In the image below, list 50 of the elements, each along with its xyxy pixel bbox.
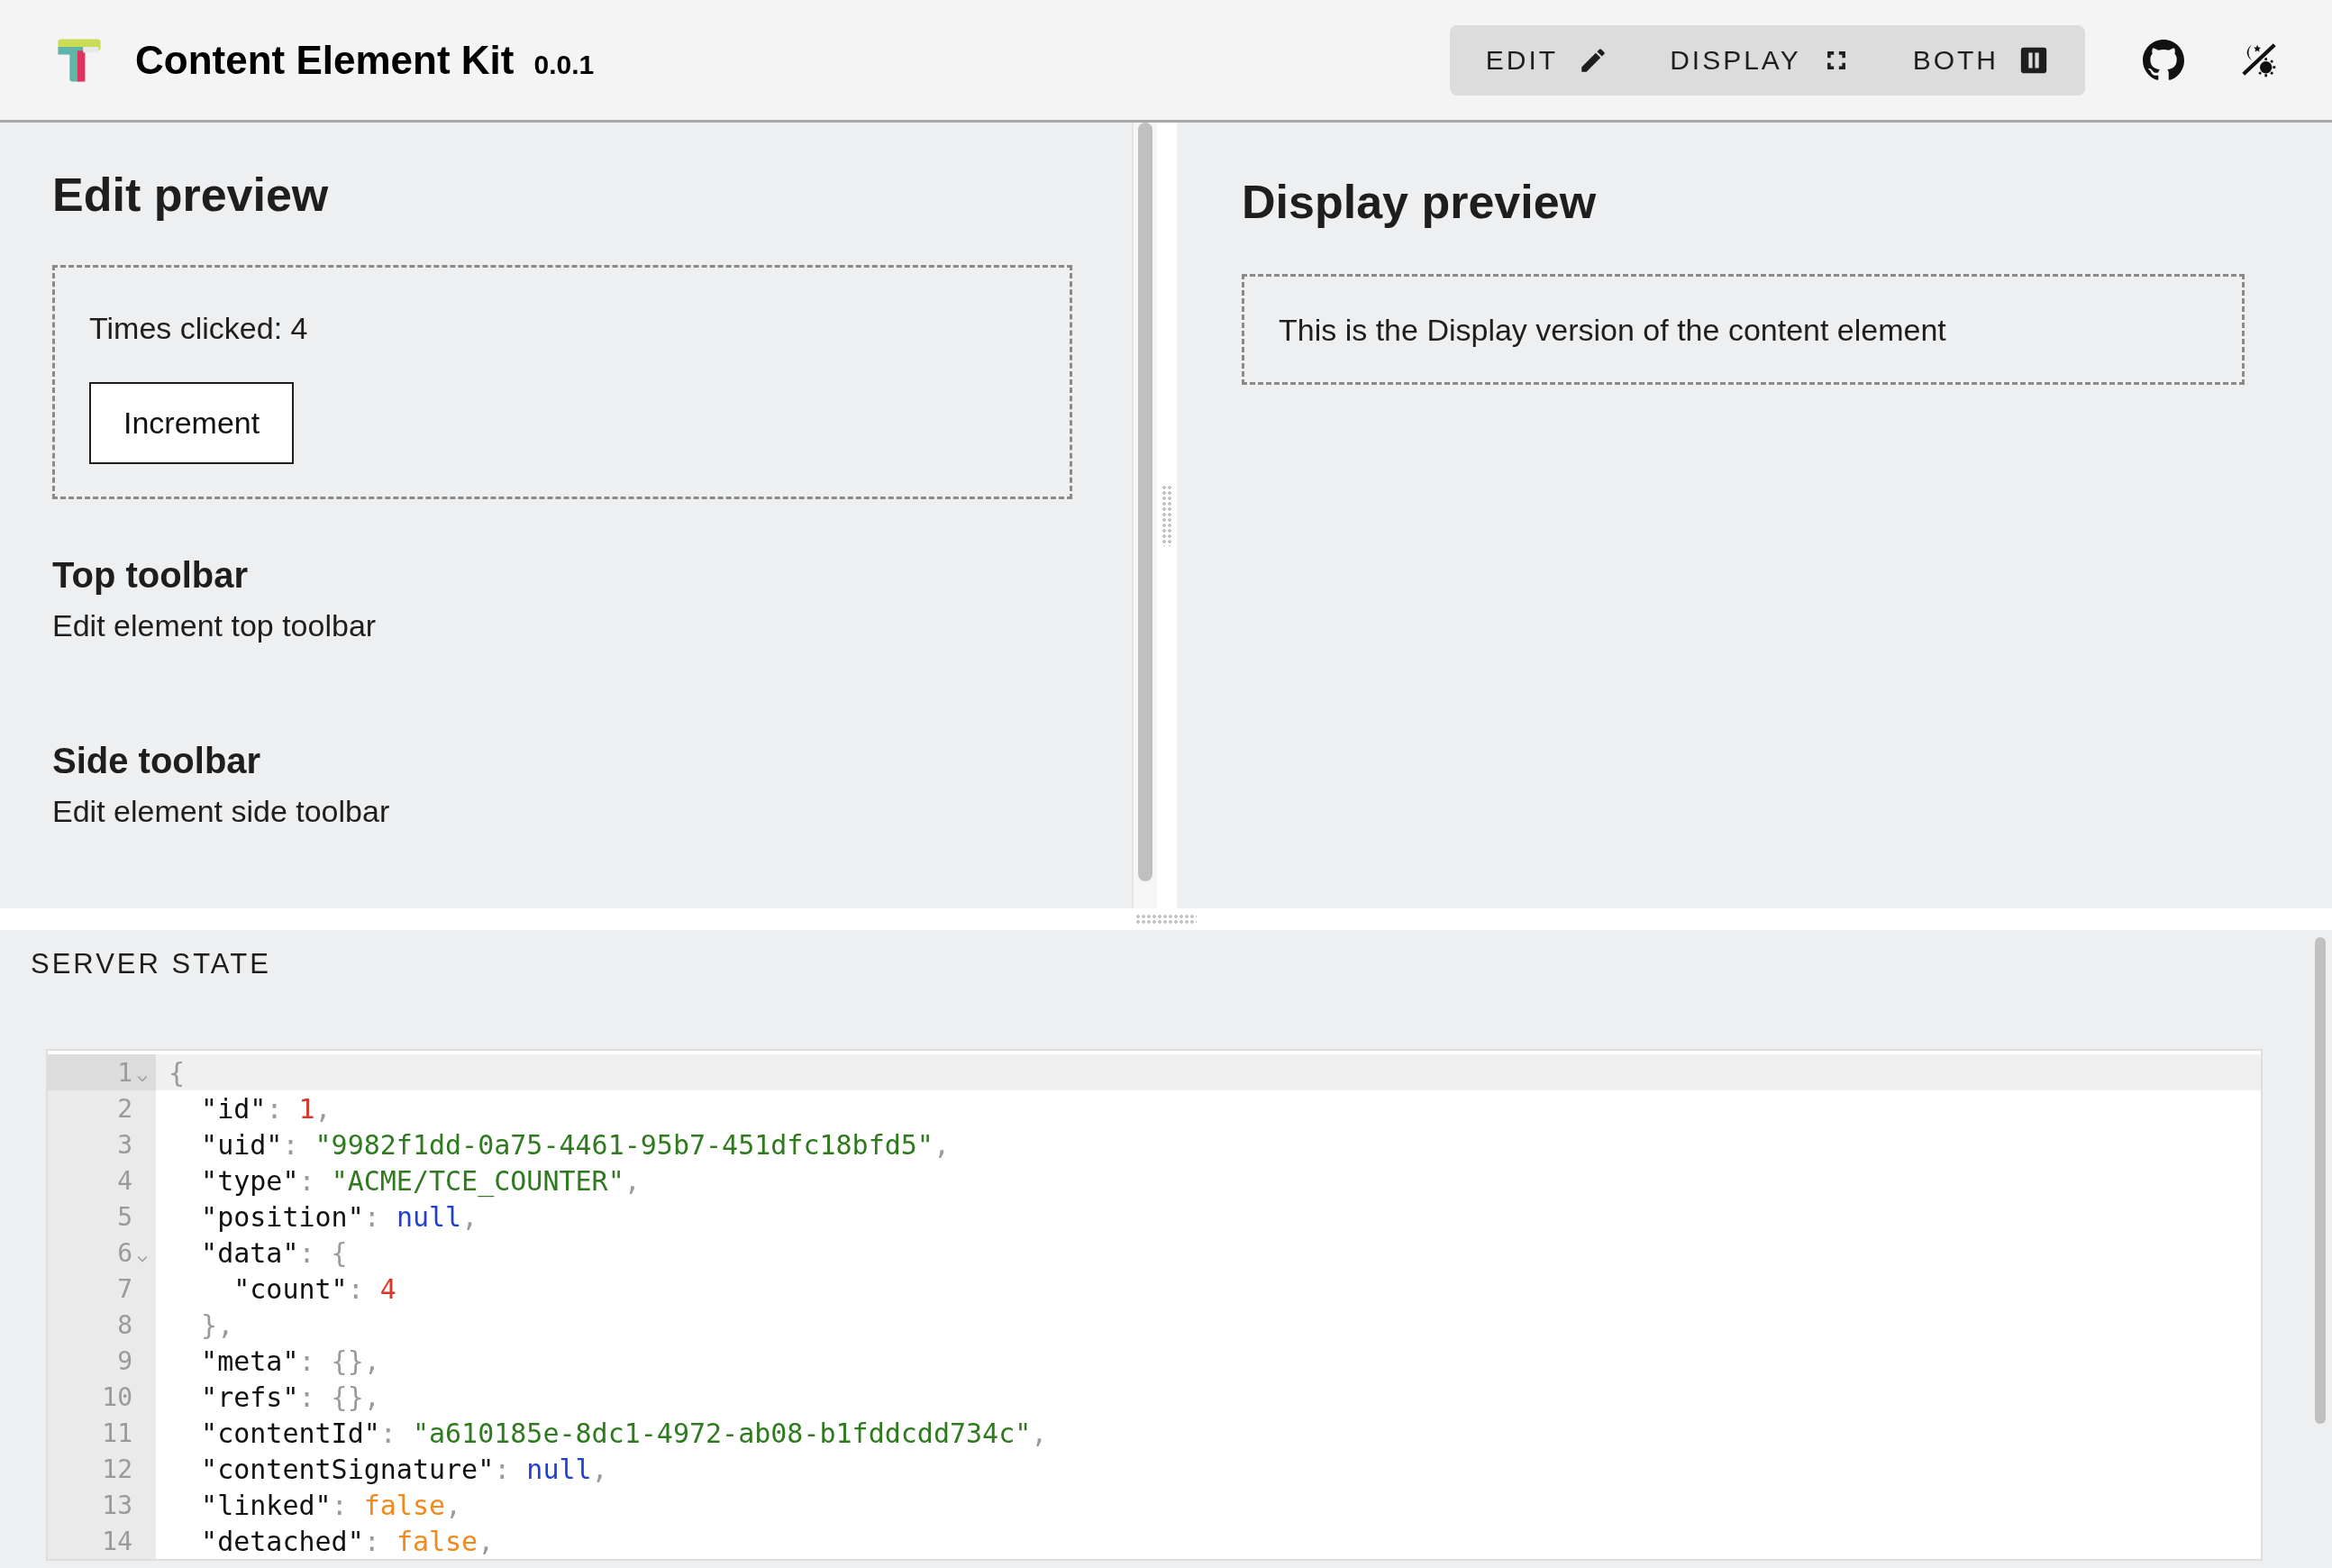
splitter-handle[interactable]	[0, 908, 2332, 930]
section-text: Edit element top toolbar	[52, 608, 378, 643]
display-text: This is the Display version of the content element	[1279, 313, 1947, 348]
line-number: 11	[102, 1418, 132, 1448]
code-line: "detached": false,	[200, 1525, 495, 1557]
scrollbar-thumb[interactable]	[1138, 123, 1152, 881]
section-title: Side toolbar	[52, 741, 262, 781]
github-icon[interactable]	[2143, 39, 2184, 81]
section-title: Top toolbar	[52, 555, 249, 596]
panel-title: Display preview	[1242, 175, 1598, 229]
code-line: "id": 1,	[200, 1092, 332, 1125]
fold-icon[interactable]	[137, 1075, 148, 1082]
splitter-handle[interactable]	[1157, 123, 1177, 908]
section-text: Edit element side toolbar	[52, 794, 391, 829]
code-line: "contentSignature": null,	[200, 1453, 608, 1485]
line-number: 6	[117, 1237, 132, 1268]
app-title: Content Element Kit	[135, 37, 515, 83]
code-line: "refs": {},	[200, 1381, 380, 1413]
line-number: 8	[117, 1309, 132, 1340]
line-number: 9	[117, 1345, 132, 1376]
code-line: "meta": {},	[200, 1345, 380, 1377]
code-line: "uid": "9982f1dd-0a75-4461-95b7-451dfc18bfd5",	[200, 1128, 950, 1161]
counter-text: Times clicked: 4	[89, 311, 309, 346]
line-number: 13	[102, 1490, 132, 1520]
code-line: "type": "ACME/TCE_COUNTER",	[200, 1164, 641, 1197]
panel-title: Edit preview	[52, 168, 330, 222]
code-line: {	[168, 1056, 186, 1089]
increment-button[interactable]: Increment	[89, 382, 295, 464]
code-line: "count": 4	[232, 1272, 396, 1305]
code-line: "position": null,	[200, 1200, 478, 1233]
code-line: "linked": false,	[200, 1489, 462, 1521]
line-number: 2	[117, 1093, 132, 1124]
line-number: 10	[102, 1381, 132, 1412]
view-mode-button[interactable]: BOTH	[1892, 24, 2069, 96]
line-number: 3	[117, 1129, 132, 1160]
app-version: 0.0.1	[533, 49, 595, 80]
section-title: SERVER STATE	[31, 948, 272, 980]
code-line: "contentId": "a610185e-8dc1-4972-ab08-b1fddcdd734c",	[200, 1417, 1048, 1449]
line-number: 1	[117, 1057, 132, 1088]
view-mode-button[interactable]: EDIT	[1465, 24, 1629, 96]
code-line: "data": {	[200, 1236, 348, 1269]
line-number: 12	[102, 1454, 132, 1484]
line-number: 14	[102, 1526, 132, 1556]
line-number: 5	[117, 1201, 132, 1232]
scrollbar-thumb[interactable]	[2315, 937, 2326, 1424]
line-number: 4	[117, 1165, 132, 1196]
view-mode-button[interactable]: DISPLAY	[1650, 24, 1872, 96]
fold-icon[interactable]	[137, 1255, 148, 1263]
code-line: },	[200, 1308, 234, 1341]
line-number: 7	[117, 1273, 132, 1304]
